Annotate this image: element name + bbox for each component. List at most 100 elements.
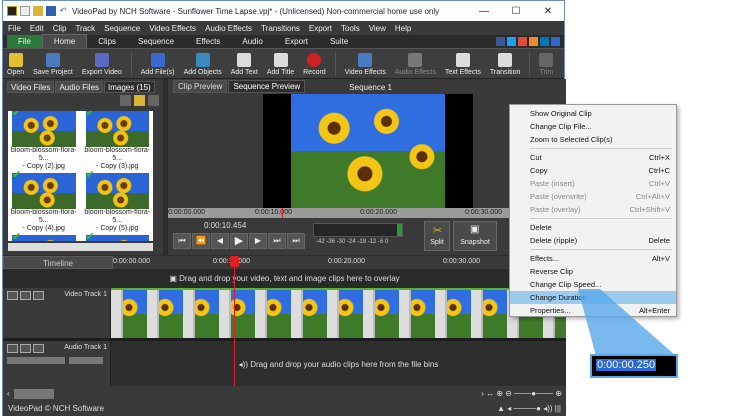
tab-effects[interactable]: Effects: [185, 35, 231, 48]
social-icon[interactable]: [540, 37, 549, 46]
undo-icon[interactable]: ↶: [59, 6, 69, 16]
minimize-button[interactable]: —: [468, 6, 500, 17]
video-effects-button[interactable]: Video Effects: [345, 53, 386, 76]
step-back-button[interactable]: ◀: [211, 233, 229, 249]
context-item-properties[interactable]: Properties... Alt+Enter: [510, 304, 676, 317]
record-button[interactable]: Record: [303, 53, 326, 76]
go-end-button[interactable]: ⏭: [287, 233, 305, 249]
audio-drop-zone[interactable]: ◂)) Drag and drop your audio clips here …: [111, 341, 566, 386]
menu-help[interactable]: Help: [395, 24, 411, 33]
bin-item[interactable]: bloom-blossom-flora-5...- Copy (2).jpg: [8, 111, 80, 171]
play-button[interactable]: ▶: [230, 233, 248, 249]
context-item-show-original-clip[interactable]: Show Original Clip: [510, 107, 676, 120]
context-item-copy[interactable]: Copy Ctrl+C: [510, 164, 676, 177]
menu-track[interactable]: Track: [75, 24, 95, 33]
timeline-ruler[interactable]: 0:00:00.000 0:00:10.000 0:00:20.000 0:00…: [113, 256, 566, 269]
menu-tools[interactable]: Tools: [341, 24, 360, 33]
tab-file[interactable]: File: [7, 35, 42, 48]
zoom-controls[interactable]: › ↔ ⊕ ⊖ ───●─── ⊕: [481, 389, 562, 398]
menu-edit[interactable]: Edit: [30, 24, 44, 33]
tab-clip-preview[interactable]: Clip Preview: [173, 80, 228, 93]
tab-audio-files[interactable]: Audio Files: [55, 81, 104, 93]
add-folder-icon[interactable]: [134, 95, 145, 106]
lock-icon[interactable]: [33, 291, 44, 300]
menu-audio-effects[interactable]: Audio Effects: [205, 24, 252, 33]
preview-ruler[interactable]: 0:00:00.000 0:00:10.000 0:00:20.000 0:00…: [168, 208, 566, 218]
prev-frame-button[interactable]: ⏪: [192, 233, 210, 249]
timeline-scrollbar[interactable]: ‹ › ↔ ⊕ ⊖ ───●─── ⊕: [3, 386, 566, 401]
social-icon[interactable]: [551, 37, 560, 46]
menu-export[interactable]: Export: [309, 24, 332, 33]
add-file-s-button[interactable]: Add File(s): [141, 53, 175, 76]
context-item-effects[interactable]: Effects... Alt+V: [510, 252, 676, 265]
step-forward-button[interactable]: ▶: [249, 233, 267, 249]
context-item-cut[interactable]: Cut Ctrl+X: [510, 151, 676, 164]
preview-playhead[interactable]: [282, 208, 283, 218]
lock-icon[interactable]: [33, 344, 44, 353]
maximize-button[interactable]: ☐: [500, 6, 532, 17]
collapse-icon[interactable]: [7, 291, 18, 300]
delete-icon[interactable]: [120, 95, 131, 106]
text-effects-button[interactable]: Text Effects: [445, 53, 481, 76]
context-item-change-clip-file[interactable]: Change Clip File...: [510, 120, 676, 133]
pan-slider[interactable]: [69, 357, 103, 364]
bin-item[interactable]: [82, 233, 154, 241]
tab-clips[interactable]: Clips: [87, 35, 127, 48]
export-video-button[interactable]: Export Video: [82, 53, 122, 76]
context-item-reverse-clip[interactable]: Reverse Clip: [510, 265, 676, 278]
audio-effects-button[interactable]: Audio Effects: [395, 53, 436, 76]
context-item-delete[interactable]: Delete: [510, 221, 676, 234]
bin-item[interactable]: bloom-blossom-flora-5...- Copy (3).jpg: [82, 111, 154, 171]
menu-view[interactable]: View: [369, 24, 386, 33]
split-button[interactable]: ✂ Split: [424, 221, 450, 251]
next-frame-button[interactable]: ⏭: [268, 233, 286, 249]
save-project-button[interactable]: Save Project: [33, 53, 73, 76]
volume-slider[interactable]: [7, 357, 65, 364]
close-button[interactable]: ✕: [532, 6, 564, 17]
social-icon[interactable]: [496, 37, 505, 46]
open-icon[interactable]: [33, 6, 43, 16]
context-item-change-clip-speed[interactable]: Change Clip Speed...: [510, 278, 676, 291]
bin-scrollbar[interactable]: [8, 243, 153, 251]
scroll-thumb[interactable]: [13, 388, 54, 399]
menu-file[interactable]: File: [8, 24, 21, 33]
add-title-button[interactable]: Add Title: [267, 53, 294, 76]
tab-home[interactable]: Home: [41, 34, 88, 48]
open-button[interactable]: Open: [7, 53, 24, 76]
list-view-icon[interactable]: [148, 95, 159, 106]
tab-video-files[interactable]: Video Files: [7, 81, 55, 93]
context-item-delete-ripple[interactable]: Delete (ripple) Delete: [510, 234, 676, 247]
bin-item[interactable]: bloom-blossom-flora-5...- Copy (4).jpg: [8, 171, 80, 233]
overlay-track[interactable]: ▣ Drag and drop your video, text and ima…: [3, 269, 566, 288]
snapshot-button[interactable]: ▣ Snapshot: [453, 221, 497, 251]
tab-images[interactable]: Images (15): [104, 81, 155, 93]
tab-audio[interactable]: Audio: [231, 35, 273, 48]
bin-item[interactable]: bloom-blossom-flora-5...- Copy (5).jpg: [82, 171, 154, 233]
timeline-label[interactable]: Timeline: [3, 256, 113, 269]
menu-transitions[interactable]: Transitions: [261, 24, 300, 33]
trim-button[interactable]: Trim: [539, 53, 554, 76]
new-icon[interactable]: [20, 6, 30, 16]
tab-suite[interactable]: Suite: [319, 35, 359, 48]
social-icon[interactable]: [518, 37, 527, 46]
context-item-change-duration[interactable]: Change Duration: [510, 291, 676, 304]
go-start-button[interactable]: ⏮: [173, 233, 191, 249]
tab-sequence[interactable]: Sequence: [127, 35, 185, 48]
transition-button[interactable]: Transition: [490, 53, 520, 76]
master-volume[interactable]: ▲ ◂ ────● ◂)) |||: [497, 404, 561, 413]
tab-sequence-preview[interactable]: Sequence Preview: [228, 80, 306, 93]
speaker-icon[interactable]: [20, 344, 31, 353]
add-objects-button[interactable]: Add Objects: [184, 53, 222, 76]
add-text-button[interactable]: Add Text: [231, 53, 258, 76]
save-icon[interactable]: [46, 6, 56, 16]
context-item-zoom-to-selected-clip-s[interactable]: Zoom to Selected Clip(s): [510, 133, 676, 146]
bin-item[interactable]: [8, 233, 80, 241]
video-clips[interactable]: [111, 288, 566, 338]
timeline-playhead[interactable]: [230, 256, 239, 386]
eye-icon[interactable]: [20, 291, 31, 300]
social-icon[interactable]: [529, 37, 538, 46]
collapse-icon[interactable]: [7, 344, 18, 353]
menu-clip[interactable]: Clip: [53, 24, 67, 33]
tab-export[interactable]: Export: [274, 35, 319, 48]
social-icon[interactable]: [507, 37, 516, 46]
